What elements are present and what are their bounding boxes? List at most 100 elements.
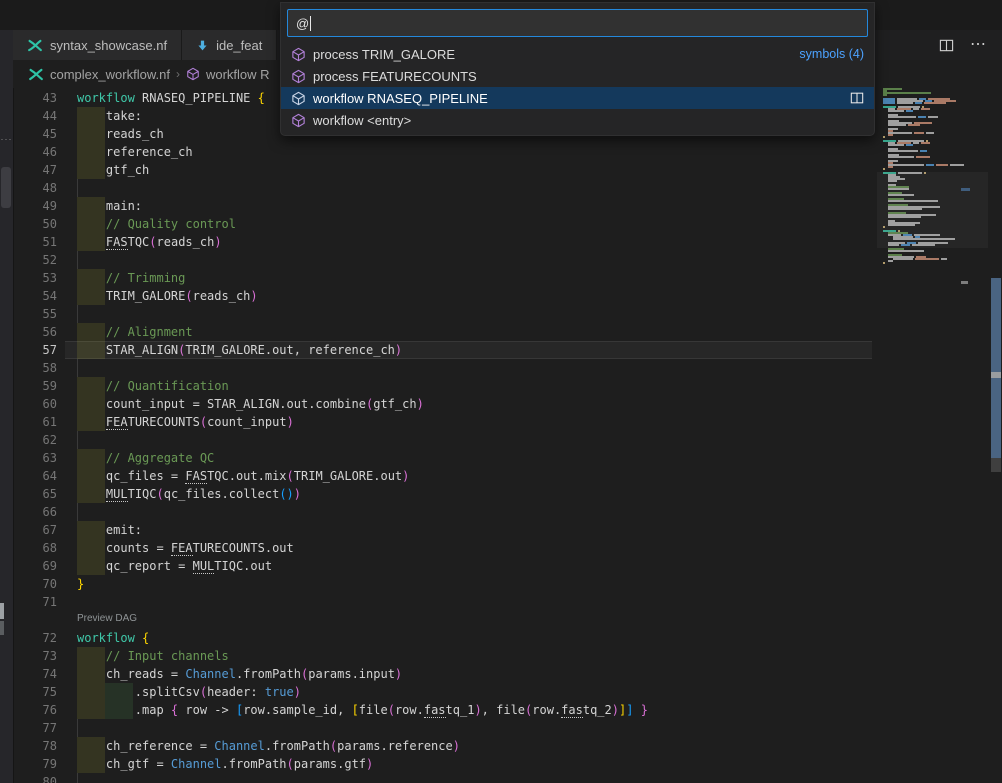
code-line-50[interactable]: 50 // Quality control (13, 215, 1002, 233)
indent-bar (77, 539, 105, 557)
minimap-line (883, 92, 931, 94)
code-line-80[interactable]: 80 (13, 773, 1002, 783)
code-line-62[interactable]: 62 (13, 431, 1002, 449)
code-line-51[interactable]: 51 FASTQC(reads_ch) (13, 233, 1002, 251)
overflow-dots-icon: ··· (0, 134, 13, 144)
line-content: workflow RNASEQ_PIPELINE { (65, 89, 265, 107)
code-line-66[interactable]: 66 (13, 503, 1002, 521)
code-line-75[interactable]: 75 .splitCsv(header: true) (13, 683, 1002, 701)
line-number: 73 (13, 647, 65, 665)
breadcrumb-symbol[interactable]: workflow R (206, 67, 270, 82)
minimap-line (888, 110, 913, 112)
indent-bar (105, 701, 133, 719)
indent-bar (77, 161, 105, 179)
indent-bar (77, 485, 105, 503)
line-number: 47 (13, 161, 65, 179)
code-editor[interactable]: 43workflow RNASEQ_PIPELINE {44 take:45 r… (13, 88, 1002, 783)
indent-bar (77, 467, 105, 485)
indent-guide (77, 179, 78, 197)
overview-decoration (961, 188, 970, 191)
indent-bar (77, 143, 105, 161)
code-line-73[interactable]: 73 // Input channels (13, 647, 1002, 665)
line-number: 51 (13, 233, 65, 251)
code-line-47[interactable]: 47 gtf_ch (13, 161, 1002, 179)
line-content: ch_gtf = Channel.fromPath(params.gtf) (65, 755, 373, 773)
symbol-cube-icon (186, 67, 200, 81)
code-line-46[interactable]: 46 reference_ch (13, 143, 1002, 161)
line-number: 65 (13, 485, 65, 503)
code-line-61[interactable]: 61 FEATURECOUNTS(count_input) (13, 413, 1002, 431)
line-content: ch_reference = Channel.fromPath(params.r… (65, 737, 460, 755)
split-editor-icon[interactable] (939, 38, 954, 53)
quick-pick-item-label: process TRIM_GALORE (313, 47, 455, 62)
overview-decoration (961, 281, 968, 284)
tab-syntax_showcase.nf[interactable]: syntax_showcase.nf (13, 30, 182, 60)
code-line-72[interactable]: 72workflow { (13, 629, 1002, 647)
code-line-52[interactable]: 52 (13, 251, 1002, 269)
code-line-49[interactable]: 49 main: (13, 197, 1002, 215)
code-lines: 43workflow RNASEQ_PIPELINE {44 take:45 r… (13, 89, 1002, 783)
code-line-70[interactable]: 70} (13, 575, 1002, 593)
code-line-74[interactable]: 74 ch_reads = Channel.fromPath(params.in… (13, 665, 1002, 683)
line-number: 55 (13, 305, 65, 323)
code-line-69[interactable]: 69 qc_report = MULTIQC.out (13, 557, 1002, 575)
code-line-76[interactable]: 76 .map { row -> [row.sample_id, [file(r… (13, 701, 1002, 719)
quick-pick-item[interactable]: process TRIM_GALOREsymbols (4) (281, 43, 874, 65)
code-line-53[interactable]: 53 // Trimming (13, 269, 1002, 287)
minimap-line (888, 164, 964, 166)
code-line-60[interactable]: 60 count_input = STAR_ALIGN.out.combine(… (13, 395, 1002, 413)
code-line-54[interactable]: 54 TRIM_GALORE(reads_ch) (13, 287, 1002, 305)
indent-bar (77, 557, 105, 575)
line-number: 44 (13, 107, 65, 125)
code-line-48[interactable]: 48 (13, 179, 1002, 197)
minimap-line (893, 258, 947, 260)
quick-pick-item-label: workflow RNASEQ_PIPELINE (313, 91, 488, 106)
quick-pick-item[interactable]: process FEATURECOUNTS (281, 65, 874, 87)
code-line-59[interactable]: 59 // Quantification (13, 377, 1002, 395)
tab-ide_feat[interactable]: ide_feat (182, 30, 277, 60)
code-line-64[interactable]: 64 qc_files = FASTQC.out.mix(TRIM_GALORE… (13, 467, 1002, 485)
minimap-line (883, 102, 946, 104)
line-number: 49 (13, 197, 65, 215)
code-line-78[interactable]: 78 ch_reference = Channel.fromPath(param… (13, 737, 1002, 755)
codelens-preview-dag[interactable]: Preview DAG (13, 611, 1002, 629)
minimap-line (888, 124, 920, 126)
quick-pick-item-label: process FEATURECOUNTS (313, 69, 477, 84)
indent-guide (77, 719, 78, 737)
code-line-55[interactable]: 55 (13, 305, 1002, 323)
minimap-line (883, 168, 885, 170)
code-line-68[interactable]: 68 counts = FEATURECOUNTS.out (13, 539, 1002, 557)
code-line-63[interactable]: 63 // Aggregate QC (13, 449, 1002, 467)
vertical-scrollbar[interactable] (990, 88, 1002, 783)
line-number: 72 (13, 629, 65, 647)
code-line-71[interactable]: 71 (13, 593, 1002, 611)
code-line-56[interactable]: 56 // Alignment (13, 323, 1002, 341)
symbol-cube-icon (291, 113, 306, 128)
nextflow-icon (28, 67, 44, 82)
code-line-58[interactable]: 58 (13, 359, 1002, 377)
line-content: .map { row -> [row.sample_id, [file(row.… (65, 701, 648, 719)
more-actions-icon[interactable]: ⋯ (970, 40, 986, 50)
minimap-slider[interactable] (877, 172, 988, 248)
indent-bar (77, 413, 105, 431)
indent-bar (77, 233, 105, 251)
indent-bar (77, 341, 105, 359)
line-content: workflow { (65, 629, 149, 647)
quick-pick-item[interactable]: workflow <entry> (281, 109, 874, 131)
scrollbar-thumb[interactable] (991, 278, 1001, 458)
code-line-77[interactable]: 77 (13, 719, 1002, 737)
open-to-side-icon[interactable] (850, 91, 864, 105)
quick-pick-item[interactable]: workflow RNASEQ_PIPELINE (281, 87, 874, 109)
indent-bar (77, 683, 105, 701)
line-number: 77 (13, 719, 65, 737)
code-line-65[interactable]: 65 MULTIQC(qc_files.collect()) (13, 485, 1002, 503)
left-edge-strip: ··· (0, 30, 14, 783)
quick-pick-input[interactable]: @ (287, 9, 868, 37)
code-line-79[interactable]: 79 ch_gtf = Channel.fromPath(params.gtf) (13, 755, 1002, 773)
quick-pick-list: process TRIM_GALOREsymbols (4) process FE… (281, 43, 874, 131)
code-line-67[interactable]: 67 emit: (13, 521, 1002, 539)
breadcrumb-file[interactable]: complex_workflow.nf (50, 67, 170, 82)
minimap-line (888, 132, 934, 134)
code-line-57[interactable]: 57 STAR_ALIGN(TRIM_GALORE.out, reference… (13, 341, 1002, 359)
indent-guide (77, 305, 78, 323)
